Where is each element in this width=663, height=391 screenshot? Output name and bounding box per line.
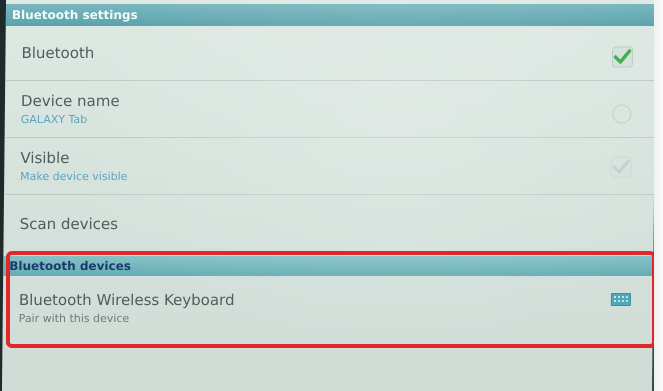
page-edge-right (654, 0, 663, 391)
chevron-right-icon (612, 104, 632, 124)
setting-visible-description: Make device visible (20, 170, 128, 183)
setting-device-name-label: Device name (20, 92, 120, 110)
page-title: Bluetooth settings (5, 4, 657, 26)
setting-device-name-value: GALAXY Tab (20, 113, 88, 126)
setting-bluetooth[interactable]: Bluetooth (5, 44, 655, 62)
setting-scan-devices-label: Scan devices (19, 215, 119, 233)
setting-bluetooth-label: Bluetooth (21, 44, 95, 62)
divider (5, 80, 656, 81)
bluetooth-check-icon[interactable] (611, 46, 634, 68)
photo-frame: Bluetooth settings Bluetooth Device name… (0, 0, 663, 391)
visible-check-icon[interactable] (610, 156, 632, 178)
highlight-annotation-box (6, 251, 656, 348)
setting-visible[interactable]: Visible Make device visible (4, 149, 654, 184)
divider (4, 137, 655, 138)
setting-device-name[interactable]: Device name GALAXY Tab (5, 92, 655, 127)
divider (4, 194, 655, 195)
setting-scan-devices[interactable]: Scan devices (4, 215, 654, 233)
setting-visible-label: Visible (20, 149, 70, 167)
